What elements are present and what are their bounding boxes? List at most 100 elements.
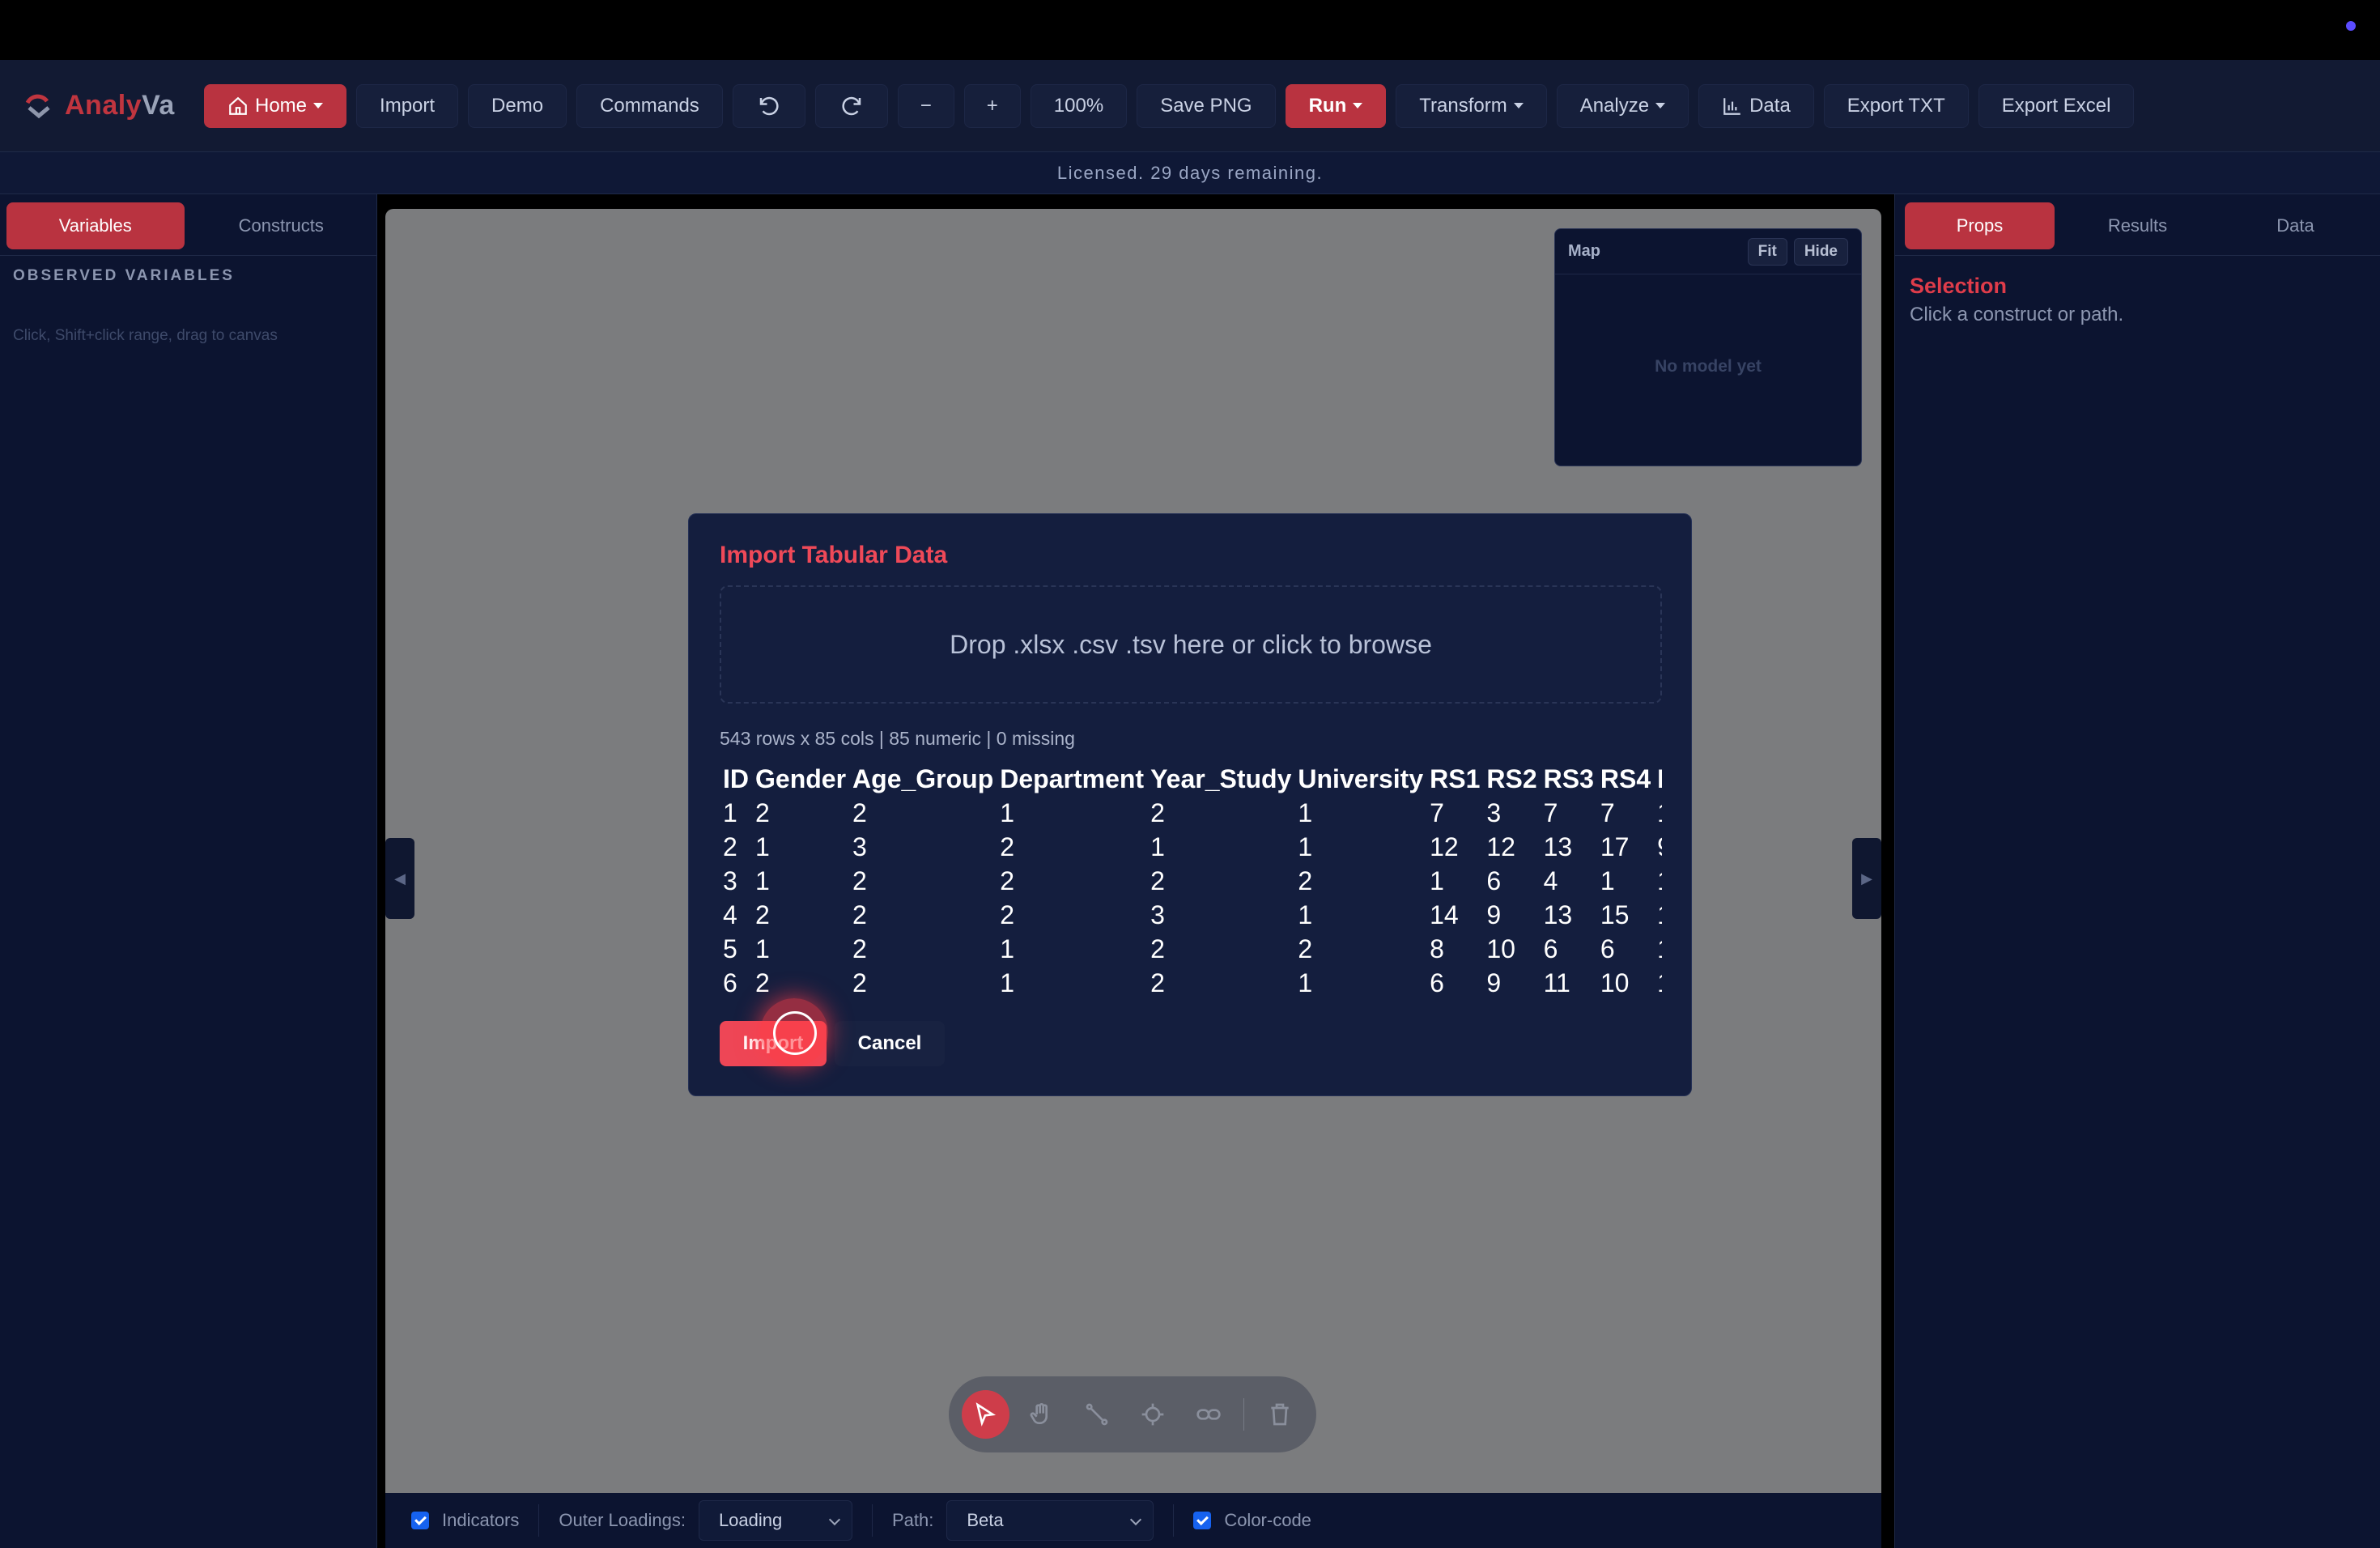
analyze-menu[interactable]: Analyze — [1556, 83, 1689, 128]
table-cell: 3 — [1150, 899, 1165, 929]
data-preview[interactable]: ID Gender Age_Group Department Year_Study Uni… — [720, 762, 1662, 997]
variables-hint: Click, Shift+click range, drag to canvas — [13, 327, 278, 344]
zoom-level[interactable]: 100% — [1030, 83, 1128, 128]
commands-button[interactable]: Commands — [576, 83, 723, 128]
bar-chart-icon — [1723, 97, 1740, 115]
tab-props[interactable]: Props — [1905, 202, 2055, 249]
table-cell: 9 — [1654, 830, 1662, 864]
preview-table: ID Gender Age_Group Department Year_Study Uni… — [720, 762, 1662, 997]
pan-tool[interactable] — [1018, 1390, 1065, 1439]
table-cell: 2 — [1150, 797, 1165, 827]
link-tool[interactable] — [1184, 1390, 1232, 1439]
indicators-label: Indicators — [442, 1510, 520, 1530]
minimap-hide-button[interactable]: Hide — [1793, 237, 1848, 266]
bottom-options: Indicators Outer Loadings: Loading Path:… — [385, 1493, 1881, 1548]
table-cell: 2 — [852, 865, 867, 895]
app-logo[interactable]: AnalyVa — [21, 90, 204, 122]
minimap-empty-text: No model yet — [1655, 357, 1762, 376]
tab-results[interactable]: Results — [2063, 202, 2212, 249]
table-cell: 17 — [1600, 831, 1630, 861]
table-cell: 6 — [1430, 968, 1444, 997]
construct-tool[interactable] — [1128, 1390, 1176, 1439]
dialog-title: Import Tabular Data — [720, 542, 948, 568]
demo-button[interactable]: Demo — [468, 83, 567, 128]
table-cell: 1 — [1298, 968, 1313, 997]
table-cell: 1 — [1000, 968, 1015, 997]
table-cell: 2 — [1000, 831, 1015, 861]
data-button[interactable]: Data — [1698, 83, 1814, 128]
table-cell: 2 — [852, 797, 867, 827]
divider — [871, 1504, 873, 1537]
table-cell: 11 — [1543, 968, 1570, 997]
table-cell: 2 — [755, 899, 770, 929]
delete-tool[interactable] — [1256, 1390, 1303, 1439]
table-cell: 2 — [1150, 968, 1165, 997]
tool-divider — [1243, 1398, 1245, 1431]
column-header: Department — [1000, 763, 1145, 793]
home-button[interactable]: Home — [204, 83, 347, 128]
column-header: Gender — [755, 763, 847, 793]
table-cell: 1 — [1000, 933, 1015, 963]
column-header: RS2 — [1486, 763, 1537, 793]
transform-menu[interactable]: Transform — [1396, 83, 1547, 128]
table-cell: 1 — [755, 933, 770, 963]
chevron-left-icon: ◀ — [394, 870, 406, 887]
table-cell: 12 — [1430, 831, 1459, 861]
import-button[interactable]: Import — [356, 83, 459, 128]
selection-title: Selection — [1910, 274, 2008, 298]
file-drop-zone[interactable]: Drop .xlsx .csv .tsv here or click to br… — [720, 585, 1662, 704]
left-collapse-handle[interactable]: ◀ — [385, 838, 414, 919]
table-cell: 1 — [1600, 865, 1615, 895]
table-cell: 2 — [1150, 933, 1165, 963]
table-cell: 2 — [755, 797, 770, 827]
select-tool[interactable] — [962, 1390, 1009, 1439]
table-cell: 5 — [723, 933, 737, 963]
undo-icon — [759, 96, 779, 115]
minimap-fit-button[interactable]: Fit — [1747, 237, 1787, 266]
cancel-button[interactable]: Cancel — [835, 1021, 945, 1066]
tab-variables[interactable]: Variables — [6, 202, 185, 249]
tab-constructs[interactable]: Constructs — [193, 202, 371, 249]
table-row: 62212169111011 — [720, 966, 1662, 997]
path-tool[interactable] — [1073, 1390, 1121, 1439]
table-cell: 4 — [1543, 865, 1558, 895]
export-excel-button[interactable]: Export Excel — [1978, 83, 2135, 128]
table-cell: 2 — [1298, 865, 1313, 895]
table-cell: 6 — [1486, 865, 1502, 895]
table-cell: 7 — [1430, 797, 1444, 827]
indicators-checkbox[interactable] — [411, 1512, 429, 1529]
zoom-out-button[interactable]: − — [897, 83, 954, 128]
table-cell: 9 — [1486, 899, 1502, 929]
click-indicator — [760, 998, 828, 1066]
redo-button[interactable] — [814, 83, 888, 128]
table-cell: 7 — [1543, 797, 1558, 827]
undo-button[interactable] — [732, 83, 805, 128]
construct-icon — [1141, 1403, 1164, 1426]
table-row: 422231149131516 — [720, 898, 1662, 932]
save-png-button[interactable]: Save PNG — [1137, 83, 1276, 128]
table-cell: 12 — [1486, 831, 1515, 861]
table-cell: 1 — [1298, 899, 1313, 929]
trash-icon — [1270, 1403, 1289, 1426]
right-collapse-handle[interactable]: ▶ — [1852, 838, 1881, 919]
divider — [1173, 1504, 1175, 1537]
hand-icon — [1030, 1403, 1048, 1424]
color-code-checkbox[interactable] — [1193, 1512, 1212, 1529]
table-cell: 1 — [1654, 864, 1662, 898]
right-tabs: Props Results Data — [1895, 194, 2380, 256]
table-cell: 1 — [755, 831, 770, 861]
minimap-title: Map — [1568, 242, 1600, 260]
outer-loadings-select[interactable]: Loading — [698, 1500, 852, 1541]
table-cell: 15 — [1600, 899, 1630, 929]
table-row: 31222216411 — [720, 864, 1662, 898]
table-cell: 14 — [1430, 899, 1459, 929]
table-cell: 11 — [1654, 966, 1662, 997]
path-select[interactable]: Beta — [946, 1500, 1154, 1541]
zoom-in-button[interactable]: + — [963, 83, 1021, 128]
table-cell: 3 — [723, 865, 737, 895]
run-button[interactable]: Run — [1285, 83, 1387, 128]
export-txt-button[interactable]: Export TXT — [1823, 83, 1969, 128]
left-tabs: Variables Constructs — [0, 194, 376, 256]
table-cell: 3 — [1486, 797, 1502, 827]
tab-data[interactable]: Data — [2221, 202, 2370, 249]
